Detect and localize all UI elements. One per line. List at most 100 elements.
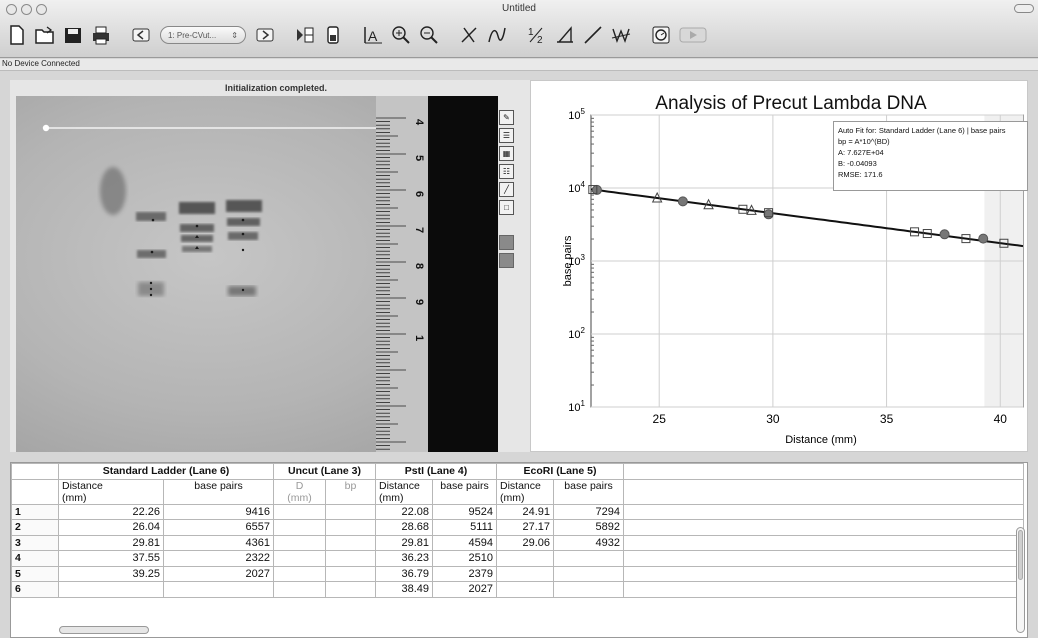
table-row[interactable]: 2 26.04 6557 28.68 5111 27.17 5892 [11, 519, 1024, 536]
table-cell[interactable]: 5892 [553, 519, 624, 536]
column-header-distance[interactable]: Distance (mm) [496, 478, 554, 505]
color-swatch-2-icon[interactable] [499, 253, 514, 268]
column-group-header[interactable]: Standard Ladder (Lane 6) [58, 463, 274, 480]
table-row[interactable]: 4 37.55 2322 36.23 2510 [11, 550, 1024, 567]
column-header-bp[interactable]: bp [325, 478, 376, 505]
play-icon[interactable] [676, 22, 710, 48]
table-cell[interactable] [325, 581, 376, 598]
line-draw-icon[interactable]: ╱ [499, 182, 514, 197]
line-tool-icon[interactable] [456, 22, 482, 48]
data-point-circle[interactable] [763, 209, 774, 220]
table-cell[interactable] [553, 581, 624, 598]
table-cell[interactable]: 26.04 [58, 519, 164, 536]
table-cell[interactable]: 4594 [432, 534, 497, 551]
vertical-scrollbar-thumb[interactable] [1018, 530, 1023, 580]
data-point-circle[interactable] [939, 229, 950, 240]
table-cell[interactable]: 2027 [163, 565, 274, 582]
table-cell[interactable]: 27.17 [496, 519, 554, 536]
select-region-icon[interactable]: □ [499, 200, 514, 215]
column-group-header[interactable]: Uncut (Lane 3) [273, 463, 376, 480]
lane-tool-icon[interactable]: ✎ [499, 110, 514, 125]
data-point-circle[interactable] [677, 196, 688, 207]
new-file-icon[interactable] [4, 22, 30, 48]
ruler-tool-icon[interactable]: ☰ [499, 128, 514, 143]
vertical-scrollbar[interactable] [1016, 527, 1025, 633]
table-cell[interactable] [553, 565, 624, 582]
table-row[interactable]: 1 22.26 9416 22.08 9524 24.91 7294 [11, 503, 1024, 520]
save-icon[interactable] [60, 22, 86, 48]
zoom-out-icon[interactable] [416, 22, 442, 48]
table-cell[interactable] [496, 581, 554, 598]
table-cell[interactable]: 2322 [163, 550, 274, 567]
table-row[interactable]: 5 39.25 2027 36.79 2379 [11, 565, 1024, 582]
text-annotation-icon[interactable]: A [360, 22, 386, 48]
table-cell[interactable]: 5111 [432, 519, 497, 536]
table-cell[interactable] [496, 550, 554, 567]
table-cell[interactable] [325, 550, 376, 567]
table-cell[interactable]: 38.49 [375, 581, 433, 598]
table-cell[interactable] [273, 581, 326, 598]
column-header-distance[interactable]: Distance (mm) [375, 478, 433, 505]
table-cell[interactable] [325, 519, 376, 536]
table-cell[interactable] [325, 565, 376, 582]
zoom-in-icon[interactable] [388, 22, 414, 48]
table-row[interactable]: 3 29.81 4361 29.81 4594 29.06 4932 [11, 534, 1024, 551]
table-cell[interactable] [553, 550, 624, 567]
back-icon[interactable] [128, 22, 154, 48]
table-cell[interactable] [325, 503, 376, 520]
gel-image[interactable]: 4 5 6 7 8 9 1 [16, 96, 498, 452]
column-group-header[interactable]: PstI (Lane 4) [375, 463, 497, 480]
column-header-base-pairs[interactable]: base pairs [553, 478, 624, 505]
forward-icon[interactable] [252, 22, 278, 48]
table-cell[interactable]: 29.06 [496, 534, 554, 551]
table-cell[interactable] [273, 565, 326, 582]
curve-fit-icon[interactable] [608, 22, 634, 48]
table-cell[interactable] [273, 534, 326, 551]
table-cell[interactable]: 28.68 [375, 519, 433, 536]
table-cell[interactable]: 24.91 [496, 503, 554, 520]
table-cell[interactable]: 9524 [432, 503, 497, 520]
table-cell[interactable]: 29.81 [375, 534, 433, 551]
experiment-select[interactable]: 1: Pre-CVut... ⇕ [160, 26, 246, 44]
column-header-base-pairs[interactable]: base pairs [432, 478, 497, 505]
collect-icon[interactable] [292, 22, 318, 48]
toolbar-toggle-button[interactable] [1014, 4, 1034, 13]
linear-fit-icon[interactable] [580, 22, 606, 48]
table-cell[interactable]: 22.26 [58, 503, 164, 520]
column-group-header[interactable]: EcoRI (Lane 5) [496, 463, 624, 480]
table-cell[interactable] [273, 503, 326, 520]
half-tool-icon[interactable]: 12 [524, 22, 550, 48]
data-icon[interactable] [320, 22, 346, 48]
table-cell[interactable]: 22.08 [375, 503, 433, 520]
band-tool-icon[interactable]: ☷ [499, 164, 514, 179]
stopwatch-icon[interactable] [648, 22, 674, 48]
table-row[interactable]: 6 38.49 2027 [11, 581, 1024, 598]
open-folder-icon[interactable] [32, 22, 58, 48]
table-cell[interactable]: 9416 [163, 503, 274, 520]
table-cell[interactable]: 36.23 [375, 550, 433, 567]
chart-panel[interactable]: Analysis of Precut Lambda DNA 25 30 35 40 10… [530, 80, 1028, 452]
table-cell[interactable] [325, 534, 376, 551]
column-header-distance[interactable]: Distance (mm) [58, 478, 164, 505]
table-cell[interactable] [163, 581, 274, 598]
table-cell[interactable]: 4361 [163, 534, 274, 551]
grid-tool-icon[interactable]: ▦ [499, 146, 514, 161]
fit-info-box[interactable]: Auto Fit for: Standard Ladder (Lane 6) |… [833, 121, 1028, 191]
table-cell[interactable] [273, 519, 326, 536]
table-cell[interactable]: 29.81 [58, 534, 164, 551]
data-point-circle[interactable] [978, 233, 989, 244]
table-cell[interactable]: 39.25 [58, 565, 164, 582]
table-cell[interactable] [496, 565, 554, 582]
table-cell[interactable]: 7294 [553, 503, 624, 520]
column-header-d[interactable]: D (mm) [273, 478, 326, 505]
table-cell[interactable]: 4932 [553, 534, 624, 551]
table-cell[interactable] [273, 550, 326, 567]
column-header-base-pairs[interactable]: base pairs [163, 478, 274, 505]
color-swatch-icon[interactable] [499, 235, 514, 250]
table-cell[interactable]: 2379 [432, 565, 497, 582]
table-cell[interactable] [58, 581, 164, 598]
horizontal-scrollbar[interactable] [59, 626, 149, 634]
tangent-icon[interactable] [552, 22, 578, 48]
table-cell[interactable]: 36.79 [375, 565, 433, 582]
table-cell[interactable]: 2510 [432, 550, 497, 567]
